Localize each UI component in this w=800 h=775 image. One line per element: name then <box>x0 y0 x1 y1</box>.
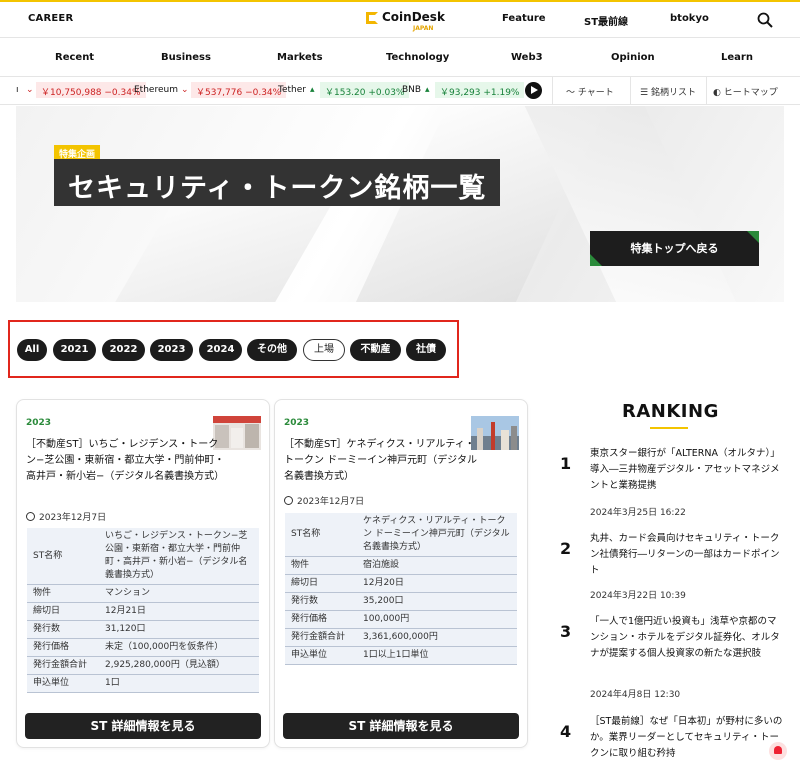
table-row: 発行数 31,120口 <box>27 620 259 639</box>
logo-name: CoinDesk <box>382 10 445 24</box>
table-row: 発行価格 未定（100,000円を仮条件） <box>27 638 259 657</box>
symbol-list-tool[interactable]: ☰ 銘柄リスト <box>640 85 696 98</box>
notification-bell-icon[interactable] <box>769 742 787 760</box>
table-row: 申込単位 1口 <box>27 674 259 693</box>
up-arrow-icon: ▴ <box>310 85 315 95</box>
table-row: 締切日 12月20日 <box>285 574 517 593</box>
filter-chip-2023[interactable]: 2023 <box>150 339 193 361</box>
filter-chip-2021[interactable]: 2021 <box>53 339 96 361</box>
table-row: 発行金額合計 2,925,280,000円（見込額） <box>27 656 259 675</box>
nav-item-technology[interactable]: Technology <box>386 52 449 63</box>
filter-chip-2024[interactable]: 2024 <box>199 339 242 361</box>
table-row: ST名称 ケネディクス・リアルティ・トークン ドーミーイン神戸元町（デジタル名義書… <box>285 513 517 557</box>
play-icon[interactable] <box>525 82 542 99</box>
table-row: 発行金額合計 3,361,600,000円 <box>285 628 517 647</box>
clock-icon <box>26 512 35 521</box>
up-arrow-icon: ▴ <box>425 85 430 95</box>
tether-price[interactable]: ￥153.20 +0.03% <box>320 82 410 98</box>
career-link[interactable]: CAREER <box>28 13 73 24</box>
ranking-date: 2024年4月8日 12:30 <box>590 690 681 700</box>
token-spec-table: ST名称 いちご・レジデンス・トークン−芝公園・東新宿・都立大学・門前仲町・高井戸… <box>27 528 259 693</box>
divider <box>706 77 707 105</box>
chart-tool[interactable]: 〜 チャート <box>566 85 614 98</box>
nav-item-markets[interactable]: Markets <box>277 52 323 63</box>
table-row: 発行数 35,200口 <box>285 592 517 611</box>
main-nav: Recent Business Markets Technology Web3 … <box>0 39 800 77</box>
ranking-title[interactable]: ［ST最前線］なぜ「日本初」が野村に多いのか。業界リーダーとしてセキュリティ・ト… <box>590 714 786 762</box>
token-card[interactable]: 2023 ［不動産ST］いちご・レジデンス・トークン−芝公園・東新宿・都立大学・… <box>16 399 270 748</box>
down-arrow-icon: ⌄ <box>181 85 189 95</box>
search-icon[interactable] <box>757 12 773 28</box>
ranking-title[interactable]: 丸井、カード会員向けセキュリティ・トークン社債発行―リターンの一部はカードポイン… <box>590 531 786 579</box>
card-date: 2023年12月7日 <box>284 494 364 507</box>
filter-chip-2022[interactable]: 2022 <box>102 339 145 361</box>
st-details-button[interactable]: ST 詳細情報を見る <box>25 713 261 739</box>
card-year: 2023 <box>284 418 310 428</box>
list-icon: ☰ <box>640 88 651 98</box>
eth-price[interactable]: ￥537,776 −0.34% <box>191 82 287 98</box>
ranking-number: 3 <box>560 622 572 641</box>
table-row: 締切日 12月21日 <box>27 602 259 621</box>
ranking-date: 2024年3月25日 16:22 <box>590 508 686 518</box>
heatmap-icon: ◐ <box>713 88 724 98</box>
ranking-number: 1 <box>560 454 572 473</box>
card-title[interactable]: ［不動産ST］ケネディクス・リアルティ・トークン ドーミーイン神戸元町（デジタル… <box>284 437 484 485</box>
nav-item-business[interactable]: Business <box>161 52 211 63</box>
top-bar: CAREER CoinDesk JAPAN Feature ST最前線 btok… <box>0 0 800 38</box>
table-row: 申込単位 1口以上1口単位 <box>285 646 517 665</box>
filter-chip-listed[interactable]: 上場 <box>303 339 345 361</box>
eth-name[interactable]: Ethereum <box>134 85 178 95</box>
ranking-underline <box>650 427 688 429</box>
price-ticker: ı ⌄ ￥10,750,988 −0.34% Ethereum ⌄ ￥537,7… <box>0 77 800 105</box>
down-arrow-icon: ⌄ <box>26 85 34 95</box>
ranking-number: 2 <box>560 539 572 558</box>
ranking-number: 4 <box>560 722 572 741</box>
table-row: ST名称 いちご・レジデンス・トークン−芝公園・東新宿・都立大学・門前仲町・高井戸… <box>27 528 259 585</box>
page-title: セキュリティ・トークン銘柄一覧 <box>54 159 501 206</box>
heatmap-tool[interactable]: ◐ ヒートマップ <box>713 85 778 98</box>
logo-sub: JAPAN <box>413 25 434 32</box>
nav-item-learn[interactable]: Learn <box>721 52 753 63</box>
btokyo-link[interactable]: btokyo <box>670 13 709 24</box>
nav-item-recent[interactable]: Recent <box>55 52 94 63</box>
card-year: 2023 <box>26 418 52 428</box>
token-card[interactable]: 2023 ［不動産ST］ケネディクス・リアルティ・トークン ドーミーイン神戸元町… <box>274 399 528 748</box>
bnb-name[interactable]: BNB <box>402 85 421 95</box>
ranking-title[interactable]: 「一人で1億円近い投資も」浅草や京都のマンション・ホテルをデジタル証券化、オルタ… <box>590 614 786 662</box>
btc-price[interactable]: ￥10,750,988 −0.34% <box>36 82 146 98</box>
btc-name-tail: ı <box>16 85 19 95</box>
table-row: 物件 宿泊施設 <box>285 556 517 575</box>
st-latest-link[interactable]: ST最前線 <box>584 13 628 28</box>
filter-chip-real-estate[interactable]: 不動産 <box>350 339 401 361</box>
card-date: 2023年12月7日 <box>26 510 106 523</box>
logo-mark-icon <box>366 12 378 24</box>
ranking-date: 2024年3月22日 10:39 <box>590 591 686 601</box>
clock-icon <box>284 496 293 505</box>
filter-chip-bond[interactable]: 社債 <box>406 339 446 361</box>
bnb-price[interactable]: ￥93,293 +1.19% <box>435 82 525 98</box>
ranking-title[interactable]: 東京スター銀行が「ALTERNA（オルタナ）」導入―三井物産デジタル・アセットマ… <box>590 446 786 494</box>
token-spec-table: ST名称 ケネディクス・リアルティ・トークン ドーミーイン神戸元町（デジタル名義書… <box>285 513 517 665</box>
filter-chip-other[interactable]: その他 <box>247 339 297 361</box>
st-details-button[interactable]: ST 詳細情報を見る <box>283 713 519 739</box>
ranking-heading: RANKING <box>622 401 719 422</box>
filter-chip-all[interactable]: All <box>17 339 47 361</box>
nav-item-opinion[interactable]: Opinion <box>611 52 655 63</box>
back-to-feature-button[interactable]: 特集トップへ戻る <box>590 231 759 266</box>
divider <box>630 77 631 105</box>
table-row: 発行価格 100,000円 <box>285 610 517 629</box>
tether-name[interactable]: Tether <box>278 85 306 95</box>
chart-line-icon: 〜 <box>566 88 578 98</box>
card-title[interactable]: ［不動産ST］いちご・レジデンス・トークン−芝公園・東新宿・都立大学・門前仲町・… <box>26 437 226 485</box>
nav-item-web3[interactable]: Web3 <box>511 52 543 63</box>
divider <box>552 77 553 105</box>
table-row: 物件 マンション <box>27 584 259 603</box>
hero-banner: 特集企画 セキュリティ・トークン銘柄一覧 特集トップへ戻る <box>16 106 784 302</box>
feature-link[interactable]: Feature <box>502 13 546 24</box>
